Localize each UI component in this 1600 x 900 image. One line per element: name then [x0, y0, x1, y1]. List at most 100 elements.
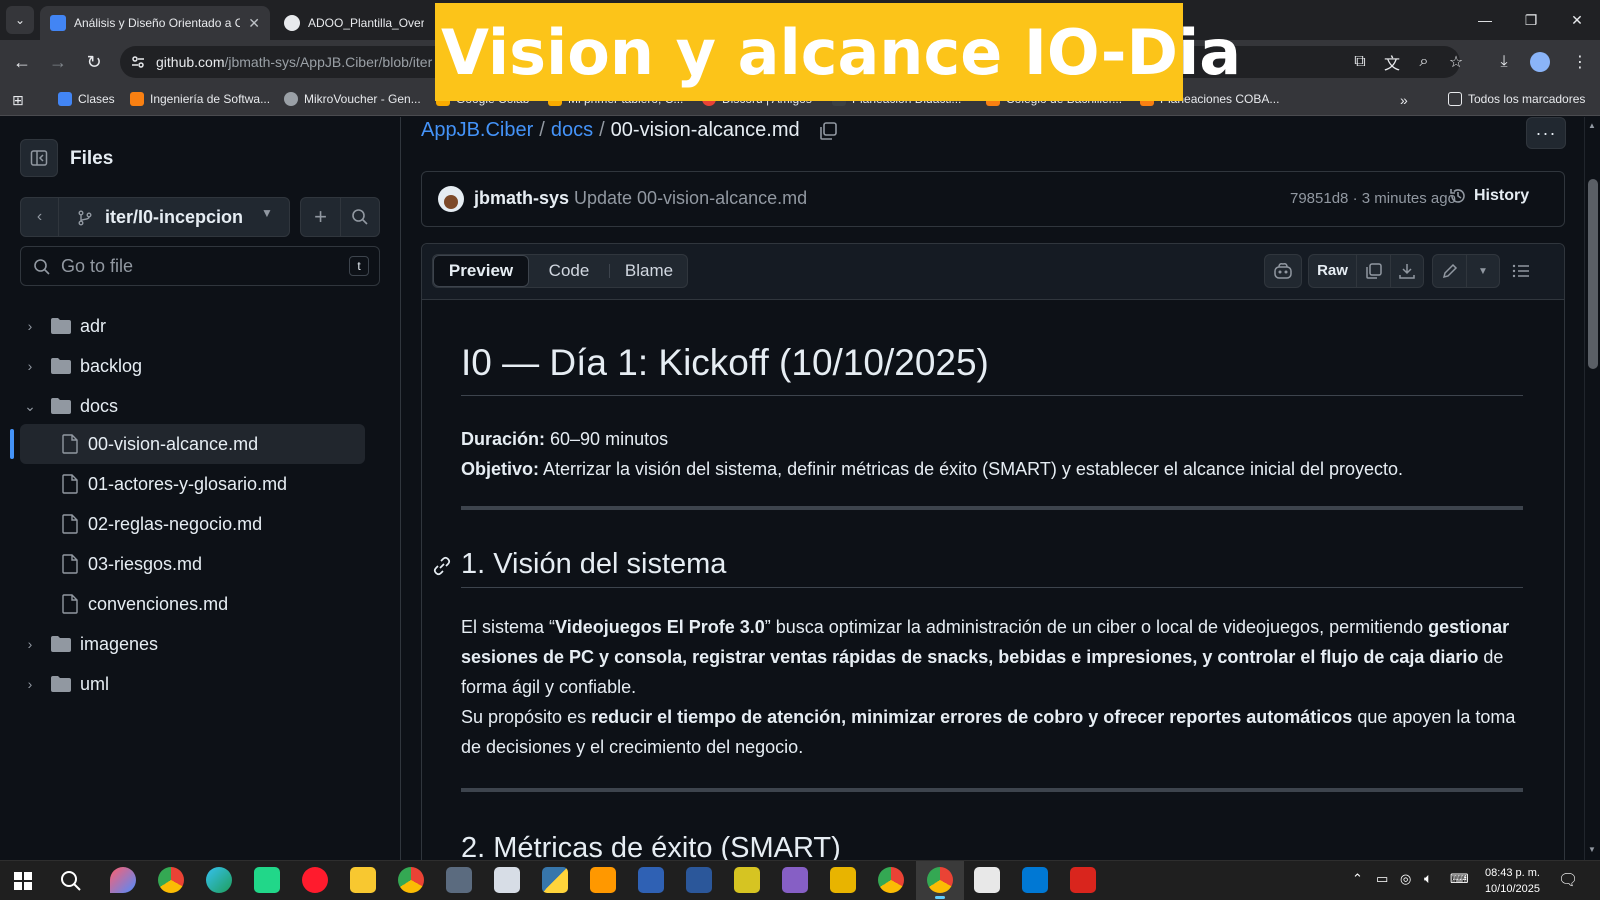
close-window-icon[interactable]: ✕	[1554, 0, 1600, 40]
edit-dropdown-icon[interactable]: ▼	[1467, 255, 1499, 287]
tools-app-icon[interactable]	[830, 867, 856, 893]
edit-pencil-icon[interactable]	[1433, 255, 1467, 287]
anchor-link-icon[interactable]	[432, 556, 452, 576]
keyboard-icon[interactable]: ⌨	[1450, 871, 1469, 887]
notifications-icon[interactable]: 🗨︎	[1558, 870, 1578, 890]
close-tab-icon[interactable]: ✕	[248, 15, 260, 32]
pycharm-app-icon[interactable]	[254, 867, 280, 893]
edge-app-icon[interactable]	[206, 867, 232, 893]
vscode-app-icon[interactable]	[1022, 867, 1048, 893]
bookmark-item[interactable]: Ingeniería de Softwa...	[130, 92, 270, 106]
breadcrumb-dir-link[interactable]: docs	[551, 119, 593, 142]
tree-folder-imagenes[interactable]: › imagenes	[20, 624, 365, 664]
add-file-button[interactable]: +	[300, 197, 380, 237]
scroll-up-icon[interactable]: ▲	[1588, 121, 1596, 130]
tree-folder-backlog[interactable]: › backlog	[20, 346, 365, 386]
file-view: AppJB.Ciber / docs / 00-vision-alcance.m…	[402, 117, 1584, 860]
forward-arrow-icon[interactable]: →	[44, 48, 72, 76]
taskbar-clock[interactable]: 08:43 p. m. 10/10/2025	[1478, 865, 1540, 897]
visual-studio-app-icon[interactable]	[782, 867, 808, 893]
go-to-file-input[interactable]: Go to file t	[20, 246, 380, 286]
bookmark-item[interactable]: MikroVoucher - Gen...	[284, 92, 421, 106]
chevron-right-icon: ›	[27, 318, 33, 334]
tab-search-button[interactable]: ⌄	[6, 6, 34, 34]
vertical-scrollbar[interactable]: ▲ ▼	[1584, 117, 1600, 860]
volume-icon[interactable]: 🔈︎	[1424, 870, 1432, 887]
chrome-profile-app-icon[interactable]	[398, 867, 424, 893]
chrome-active-app-icon[interactable]	[927, 867, 953, 899]
plus-icon[interactable]: +	[301, 198, 341, 236]
bookmark-item[interactable]: Clases	[58, 92, 115, 106]
scroll-down-icon[interactable]: ▼	[1588, 845, 1596, 854]
apps-grid-icon[interactable]: ⊞	[12, 92, 24, 109]
branch-prev-icon[interactable]: ‹	[21, 198, 59, 236]
site-info-icon[interactable]	[130, 54, 146, 70]
history-button[interactable]: History	[1448, 186, 1529, 206]
all-bookmarks[interactable]: Todos los marcadores	[1448, 92, 1585, 106]
tree-file-vision-alcance[interactable]: 00-vision-alcance.md	[20, 424, 365, 464]
browser-tab-1[interactable]: Análisis y Diseño Orientado a O ✕	[40, 6, 270, 40]
outline-list-icon[interactable]	[1504, 254, 1538, 288]
chrome-app-icon[interactable]	[158, 867, 184, 893]
tab-preview[interactable]: Preview	[433, 255, 529, 287]
windows-start-icon[interactable]	[14, 872, 32, 890]
raw-button[interactable]: Raw	[1309, 255, 1357, 287]
tree-folder-adr[interactable]: › adr	[20, 306, 365, 346]
minimize-icon[interactable]: —	[1462, 0, 1508, 40]
back-arrow-icon[interactable]: ←	[8, 48, 36, 76]
chrome-app-icon-2[interactable]	[878, 867, 904, 893]
translate-icon[interactable]: 文	[1380, 50, 1404, 74]
battery-icon[interactable]: ▭	[1376, 871, 1388, 887]
profile-avatar[interactable]	[1528, 50, 1552, 74]
python-app-icon[interactable]	[542, 867, 568, 893]
copy-path-icon[interactable]	[818, 121, 838, 141]
tree-folder-docs[interactable]: ⌄ docs	[20, 386, 365, 426]
paint-app-icon[interactable]	[110, 867, 136, 893]
reload-icon[interactable]: ↻	[80, 48, 108, 76]
install-app-icon[interactable]: ⧉	[1348, 50, 1372, 74]
tray-chevron-icon[interactable]: ⌃	[1352, 871, 1363, 887]
author-avatar[interactable]	[438, 186, 464, 212]
branch-selector[interactable]: ‹ iter/I0-incepcion ▼	[20, 197, 290, 237]
tree-file-convenciones[interactable]: convenciones.md	[20, 584, 365, 624]
commit-message[interactable]: Update 00-vision-alcance.md	[574, 188, 807, 209]
tree-folder-uml[interactable]: › uml	[20, 664, 365, 704]
breadcrumb-repo-link[interactable]: AppJB.Ciber	[421, 119, 533, 142]
tree-file-actores[interactable]: 01-actores-y-glosario.md	[20, 464, 365, 504]
more-options-button[interactable]: ···	[1526, 117, 1566, 149]
whiteboard-app-icon[interactable]	[974, 867, 1000, 893]
taskbar-search-icon[interactable]	[60, 870, 82, 892]
section-vision-heading: 1. Visión del sistema	[461, 548, 727, 580]
copilot-button[interactable]	[1264, 254, 1302, 288]
restore-icon[interactable]: ❐	[1508, 0, 1554, 40]
excel-like-app-icon[interactable]	[734, 867, 760, 893]
download-raw-icon[interactable]	[1391, 255, 1423, 287]
zoom-icon[interactable]: ⌕	[1412, 50, 1436, 74]
more-bookmarks-icon[interactable]: »	[1400, 92, 1408, 108]
word-app-icon[interactable]	[686, 867, 712, 893]
tab-code[interactable]: Code	[529, 255, 609, 287]
calculator-app-icon[interactable]	[446, 867, 472, 893]
commit-author[interactable]: jbmath-sys	[474, 188, 569, 209]
tab-blame[interactable]: Blame	[609, 255, 689, 287]
tree-file-riesgos[interactable]: 03-riesgos.md	[20, 544, 365, 584]
virtualbox-app-icon[interactable]	[638, 867, 664, 893]
opera-app-icon[interactable]	[302, 867, 328, 893]
sublime-app-icon[interactable]	[590, 867, 616, 893]
browser-tab-2[interactable]: ADOO_Plantilla_Overleaf	[274, 6, 434, 40]
acrobat-app-icon[interactable]	[1070, 867, 1096, 893]
publisher-app-icon[interactable]	[494, 867, 520, 893]
file-explorer-app-icon[interactable]	[350, 867, 376, 893]
tab-title: ADOO_Plantilla_Overleaf	[308, 16, 424, 30]
search-icon[interactable]	[341, 198, 379, 236]
scrollbar-thumb[interactable]	[1588, 179, 1598, 369]
collapse-sidebar-button[interactable]	[20, 139, 58, 177]
commit-meta[interactable]: 79851d8 · 3 minutes ago	[1290, 190, 1456, 207]
section-metricas-heading: 2. Métricas de éxito (SMART)	[461, 832, 841, 860]
copy-raw-icon[interactable]	[1357, 255, 1391, 287]
bookmark-star-icon[interactable]: ☆	[1444, 50, 1468, 74]
meet-now-icon[interactable]: ◎	[1400, 871, 1411, 887]
chrome-menu-icon[interactable]: ⋮	[1568, 50, 1592, 74]
download-icon[interactable]: ⤓	[1492, 50, 1516, 74]
tree-file-reglas[interactable]: 02-reglas-negocio.md	[20, 504, 365, 544]
